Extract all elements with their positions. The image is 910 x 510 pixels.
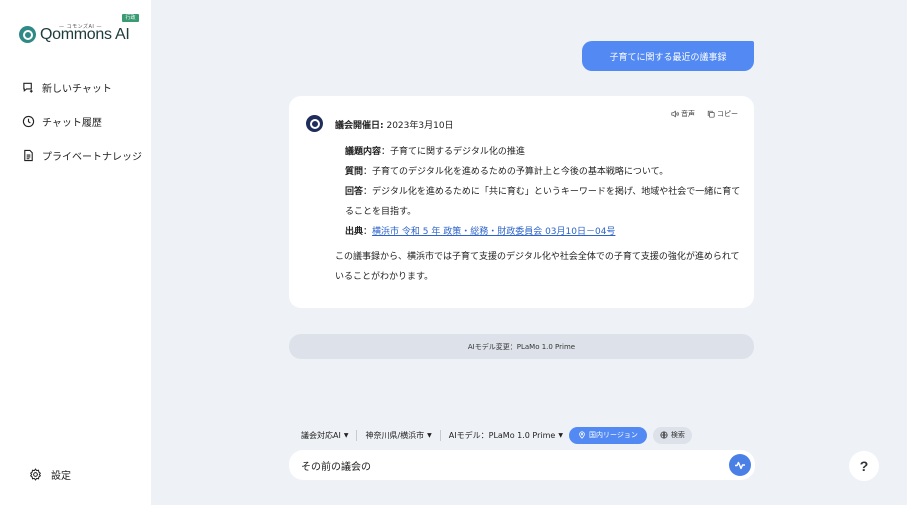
caret-down-icon: ▼ xyxy=(558,431,563,439)
settings-label: 設定 xyxy=(51,471,71,482)
logo-badge: 行政 xyxy=(122,14,139,22)
history-icon xyxy=(22,115,35,127)
domestic-region-toggle[interactable]: 国内リージョン xyxy=(568,426,647,444)
globe-icon xyxy=(660,431,668,439)
mode-dropdown[interactable]: 議会対応AI ▼ xyxy=(301,430,348,441)
model-dropdown[interactable]: AIモデル：PLaMo 1.0 Prime ▼ xyxy=(449,430,563,441)
copy-icon xyxy=(707,110,715,118)
region-dropdown[interactable]: 神奈川県/横浜市 ▼ xyxy=(365,430,431,441)
card-actions: 音声 コピー xyxy=(671,109,738,119)
caret-down-icon: ▼ xyxy=(343,431,349,439)
answer-card: 音声 コピー 議会開催日: 2023年3月10日 議題内容：子育てに関するデジタ… xyxy=(289,96,754,308)
user-message-bubble: 子育てに関する最近の議事録 xyxy=(582,41,754,71)
topic-line: 議題内容：子育てに関するデジタル化の推進 xyxy=(345,147,525,157)
meeting-date: 議会開催日: 2023年3月10日 xyxy=(335,121,454,131)
send-button[interactable] xyxy=(729,454,751,476)
sidebar-item-label: 新しいチャット xyxy=(42,83,112,95)
source-line: 出典：横浜市 令和 5 年 政策・総務・財政委員会 03月10日－04号 xyxy=(345,227,616,237)
logo-brand: Qommons AI xyxy=(40,26,130,43)
divider xyxy=(356,429,358,441)
waveform-icon xyxy=(735,461,745,470)
sidebar-item-new-chat[interactable]: 新しいチャット xyxy=(22,79,112,95)
new-chat-icon xyxy=(23,82,33,93)
speaker-icon xyxy=(671,110,679,118)
logo-mark-icon xyxy=(19,26,36,43)
sidebar-item-label: チャット履歴 xyxy=(42,117,102,129)
sidebar-item-label: プライベートナレッジ xyxy=(42,151,142,163)
source-link[interactable]: 横浜市 令和 5 年 政策・総務・財政委員会 03月10日－04号 xyxy=(372,227,615,237)
divider xyxy=(439,429,441,441)
gear-icon xyxy=(29,468,42,481)
document-icon xyxy=(24,149,33,161)
answer-details: 議題内容：子育てに関するデジタル化の推進 質問：子育てのデジタル化を進めるための… xyxy=(345,142,745,242)
sidebar-item-history[interactable]: チャット履歴 xyxy=(22,113,102,129)
model-change-notice: AIモデル変更：PLaMo 1.0 Prime xyxy=(289,334,754,359)
chat-input-box xyxy=(289,450,755,480)
reply-line: 回答：デジタル化を進めるために「共に育む」というキーワードを掲げ、地域や社会で一… xyxy=(345,187,741,217)
sidebar-item-private-knowledge[interactable]: プライベートナレッジ xyxy=(22,147,142,163)
chat-input[interactable] xyxy=(301,457,721,473)
search-toggle[interactable]: 検索 xyxy=(652,426,692,444)
audio-button[interactable]: 音声 xyxy=(671,109,695,119)
answer-summary: この議事録から、横浜市では子育て支援のデジタル化や社会全体での子育て支援の強化が… xyxy=(335,252,740,282)
copy-button[interactable]: コピー xyxy=(707,109,738,119)
location-pin-icon xyxy=(579,431,585,439)
sidebar: — コモンズAI — Qommons AI 行政 新しいチャット チャット履歴 … xyxy=(0,0,150,510)
settings-button[interactable]: 設定 xyxy=(29,467,71,482)
question-line: 質問：子育てのデジタル化を進めるための予算計上と今後の基本戦略について。 xyxy=(345,167,669,177)
help-button[interactable]: ? xyxy=(849,451,879,481)
caret-down-icon: ▼ xyxy=(427,431,432,439)
logo[interactable]: — コモンズAI — Qommons AI 行政 xyxy=(19,14,144,48)
input-toolbar: 議会対応AI ▼ 神奈川県/横浜市 ▼ AIモデル：PLaMo 1.0 Prime ▼… xyxy=(301,425,692,445)
assistant-avatar-icon xyxy=(306,115,323,132)
